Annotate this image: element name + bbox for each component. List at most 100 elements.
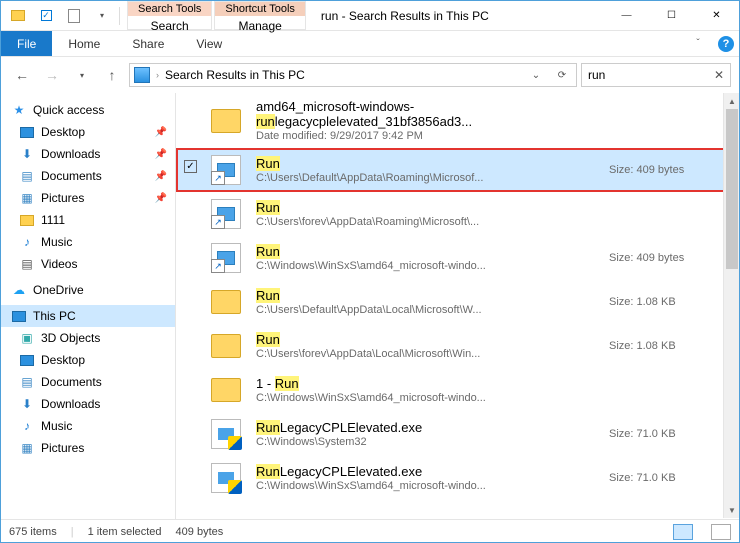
file-tab[interactable]: File — [1, 31, 52, 56]
row-meta: Size: 1.08 KB — [599, 296, 729, 308]
row-title: Run — [256, 200, 599, 215]
sidebar-3d-objects[interactable]: ▣3D Objects — [1, 327, 175, 349]
folder-icon — [210, 286, 242, 318]
large-icons-view-button[interactable] — [711, 524, 731, 540]
this-pc-header[interactable]: This PC — [1, 305, 175, 327]
maximize-button[interactable]: ☐ — [649, 1, 694, 30]
row-title: Run — [256, 244, 599, 259]
result-row[interactable]: ✓amd64_microsoft-windows-runlegacycplele… — [176, 93, 739, 148]
folder-icon — [210, 330, 242, 362]
row-subtitle: C:\Windows\WinSxS\amd64_microsoft-windo.… — [256, 480, 599, 492]
exe-icon — [210, 418, 242, 450]
result-row[interactable]: ✓RunLegacyCPLElevated.exeC:\Windows\WinS… — [176, 456, 739, 500]
sidebar-videos[interactable]: ▤Videos — [1, 253, 175, 275]
row-meta: Size: 1.08 KB — [599, 340, 729, 352]
collapse-ribbon-icon[interactable]: ˇ — [683, 31, 713, 56]
refresh-button[interactable]: ⟳ — [552, 70, 572, 81]
home-tab[interactable]: Home — [52, 31, 116, 56]
row-subtitle: C:\Users\forev\AppData\Local\Microsoft\W… — [256, 348, 599, 360]
share-tab[interactable]: Share — [116, 31, 180, 56]
sidebar-pictures[interactable]: ▦Pictures📌 — [1, 187, 175, 209]
result-row[interactable]: ✓RunC:\Users\Default\AppData\Local\Micro… — [176, 280, 739, 324]
sidebar-music-pc[interactable]: ♪Music — [1, 415, 175, 437]
navigation-bar: ← → ▾ ↑ › Search Results in This PC ⌄ ⟳ … — [1, 57, 739, 93]
forward-button[interactable]: → — [39, 62, 65, 88]
close-button[interactable]: ✕ — [694, 1, 739, 30]
row-body: RunC:\Users\forev\AppData\Local\Microsof… — [256, 332, 599, 360]
folder-icon — [210, 105, 242, 137]
scrollbar-thumb[interactable] — [726, 109, 738, 269]
result-row[interactable]: ✓ RunC:\Users\Default\AppData\Roaming\Mic… — [176, 148, 739, 192]
row-subtitle: C:\Users\Default\AppData\Roaming\Microso… — [256, 172, 599, 184]
row-body: 1 - RunC:\Windows\WinSxS\amd64_microsoft… — [256, 376, 599, 404]
row-title: Run — [256, 288, 599, 303]
search-input[interactable]: run — [588, 68, 714, 82]
result-row[interactable]: ✓1 - RunC:\Windows\WinSxS\amd64_microsof… — [176, 368, 739, 412]
row-title: 1 - Run — [256, 376, 599, 391]
search-box[interactable]: run ✕ — [581, 63, 731, 87]
row-subtitle: C:\Windows\WinSxS\amd64_microsoft-windo.… — [256, 392, 599, 404]
scroll-up-icon[interactable]: ▲ — [724, 93, 740, 109]
status-size: 409 bytes — [176, 526, 224, 538]
sidebar-music[interactable]: ♪Music — [1, 231, 175, 253]
address-dropdown-icon[interactable]: ⌄ — [526, 70, 546, 81]
scroll-down-icon[interactable]: ▼ — [724, 502, 740, 518]
search-tools-tab[interactable]: Search Tools Search — [127, 1, 212, 30]
row-title: RunLegacyCPLElevated.exe — [256, 420, 599, 435]
row-title: amd64_microsoft-windows-runlegacycplelev… — [256, 99, 599, 129]
onedrive-header[interactable]: ☁OneDrive — [1, 279, 175, 301]
title-bar: ✓ ▾ Search Tools Search Shortcut Tools M… — [1, 1, 739, 31]
qat-customize[interactable]: ▾ — [91, 5, 113, 27]
sidebar-pictures-pc[interactable]: ▦Pictures — [1, 437, 175, 459]
sidebar-desktop-pc[interactable]: Desktop — [1, 349, 175, 371]
shortcut-icon — [210, 154, 242, 186]
back-button[interactable]: ← — [9, 62, 35, 88]
sidebar-downloads[interactable]: ⬇Downloads📌 — [1, 143, 175, 165]
sidebar-desktop[interactable]: Desktop📌 — [1, 121, 175, 143]
recent-locations-button[interactable]: ▾ — [69, 62, 95, 88]
address-bar[interactable]: › Search Results in This PC ⌄ ⟳ — [129, 63, 577, 87]
window-title: run - Search Results in This PC — [307, 1, 604, 30]
sidebar-documents[interactable]: ▤Documents📌 — [1, 165, 175, 187]
breadcrumb[interactable]: Search Results in This PC — [165, 68, 305, 82]
shortcut-tools-tab[interactable]: Shortcut Tools Manage — [214, 1, 306, 30]
qat-checkbox[interactable]: ✓ — [35, 5, 57, 27]
row-body: RunC:\Users\Default\AppData\Roaming\Micr… — [256, 156, 599, 184]
status-count: 675 items — [9, 526, 57, 538]
navigation-pane: ★Quick access Desktop📌 ⬇Downloads📌 ▤Docu… — [1, 93, 176, 519]
row-checkbox[interactable]: ✓ — [184, 160, 197, 173]
results-list: ✓ amd64_microsoft-windows-runlegacycplele… — [176, 93, 739, 519]
quick-access-header[interactable]: ★Quick access — [1, 99, 175, 121]
shortcut-icon — [210, 242, 242, 274]
result-row[interactable]: ✓RunC:\Users\forev\AppData\Roaming\Micro… — [176, 192, 739, 236]
result-row[interactable]: ✓RunC:\Users\forev\AppData\Local\Microso… — [176, 324, 739, 368]
exe-icon — [210, 462, 242, 494]
row-subtitle: C:\Users\Default\AppData\Local\Microsoft… — [256, 304, 599, 316]
help-button[interactable]: ? — [713, 31, 739, 56]
up-button[interactable]: ↑ — [99, 62, 125, 88]
minimize-button[interactable]: — — [604, 1, 649, 30]
properties-icon[interactable] — [63, 5, 85, 27]
view-tab[interactable]: View — [180, 31, 238, 56]
row-meta: Size: 409 bytes — [599, 164, 729, 176]
sidebar-documents-pc[interactable]: ▤Documents — [1, 371, 175, 393]
sidebar-1111[interactable]: 1111 — [1, 209, 175, 231]
row-meta: Size: 409 bytes — [599, 252, 729, 264]
folder-icon[interactable] — [7, 5, 29, 27]
row-subtitle: C:\Users\forev\AppData\Roaming\Microsoft… — [256, 216, 599, 228]
row-body: RunC:\Users\forev\AppData\Roaming\Micros… — [256, 200, 599, 228]
row-body: RunLegacyCPLElevated.exeC:\Windows\WinSx… — [256, 464, 599, 492]
result-row[interactable]: ✓RunLegacyCPLElevated.exeC:\Windows\Syst… — [176, 412, 739, 456]
details-view-button[interactable] — [673, 524, 693, 540]
sidebar-downloads-pc[interactable]: ⬇Downloads — [1, 393, 175, 415]
vertical-scrollbar[interactable]: ▲ ▼ — [723, 93, 739, 518]
clear-search-icon[interactable]: ✕ — [714, 68, 724, 82]
row-title: RunLegacyCPLElevated.exe — [256, 464, 599, 479]
row-subtitle: C:\Windows\System32 — [256, 436, 599, 448]
row-title: Run — [256, 156, 599, 171]
row-body: RunLegacyCPLElevated.exeC:\Windows\Syste… — [256, 420, 599, 448]
result-row[interactable]: ✓RunC:\Windows\WinSxS\amd64_microsoft-wi… — [176, 236, 739, 280]
row-meta: Size: 71.0 KB — [599, 472, 729, 484]
row-subtitle: Date modified: 9/29/2017 9:42 PM — [256, 130, 599, 142]
row-meta: Size: 71.0 KB — [599, 428, 729, 440]
